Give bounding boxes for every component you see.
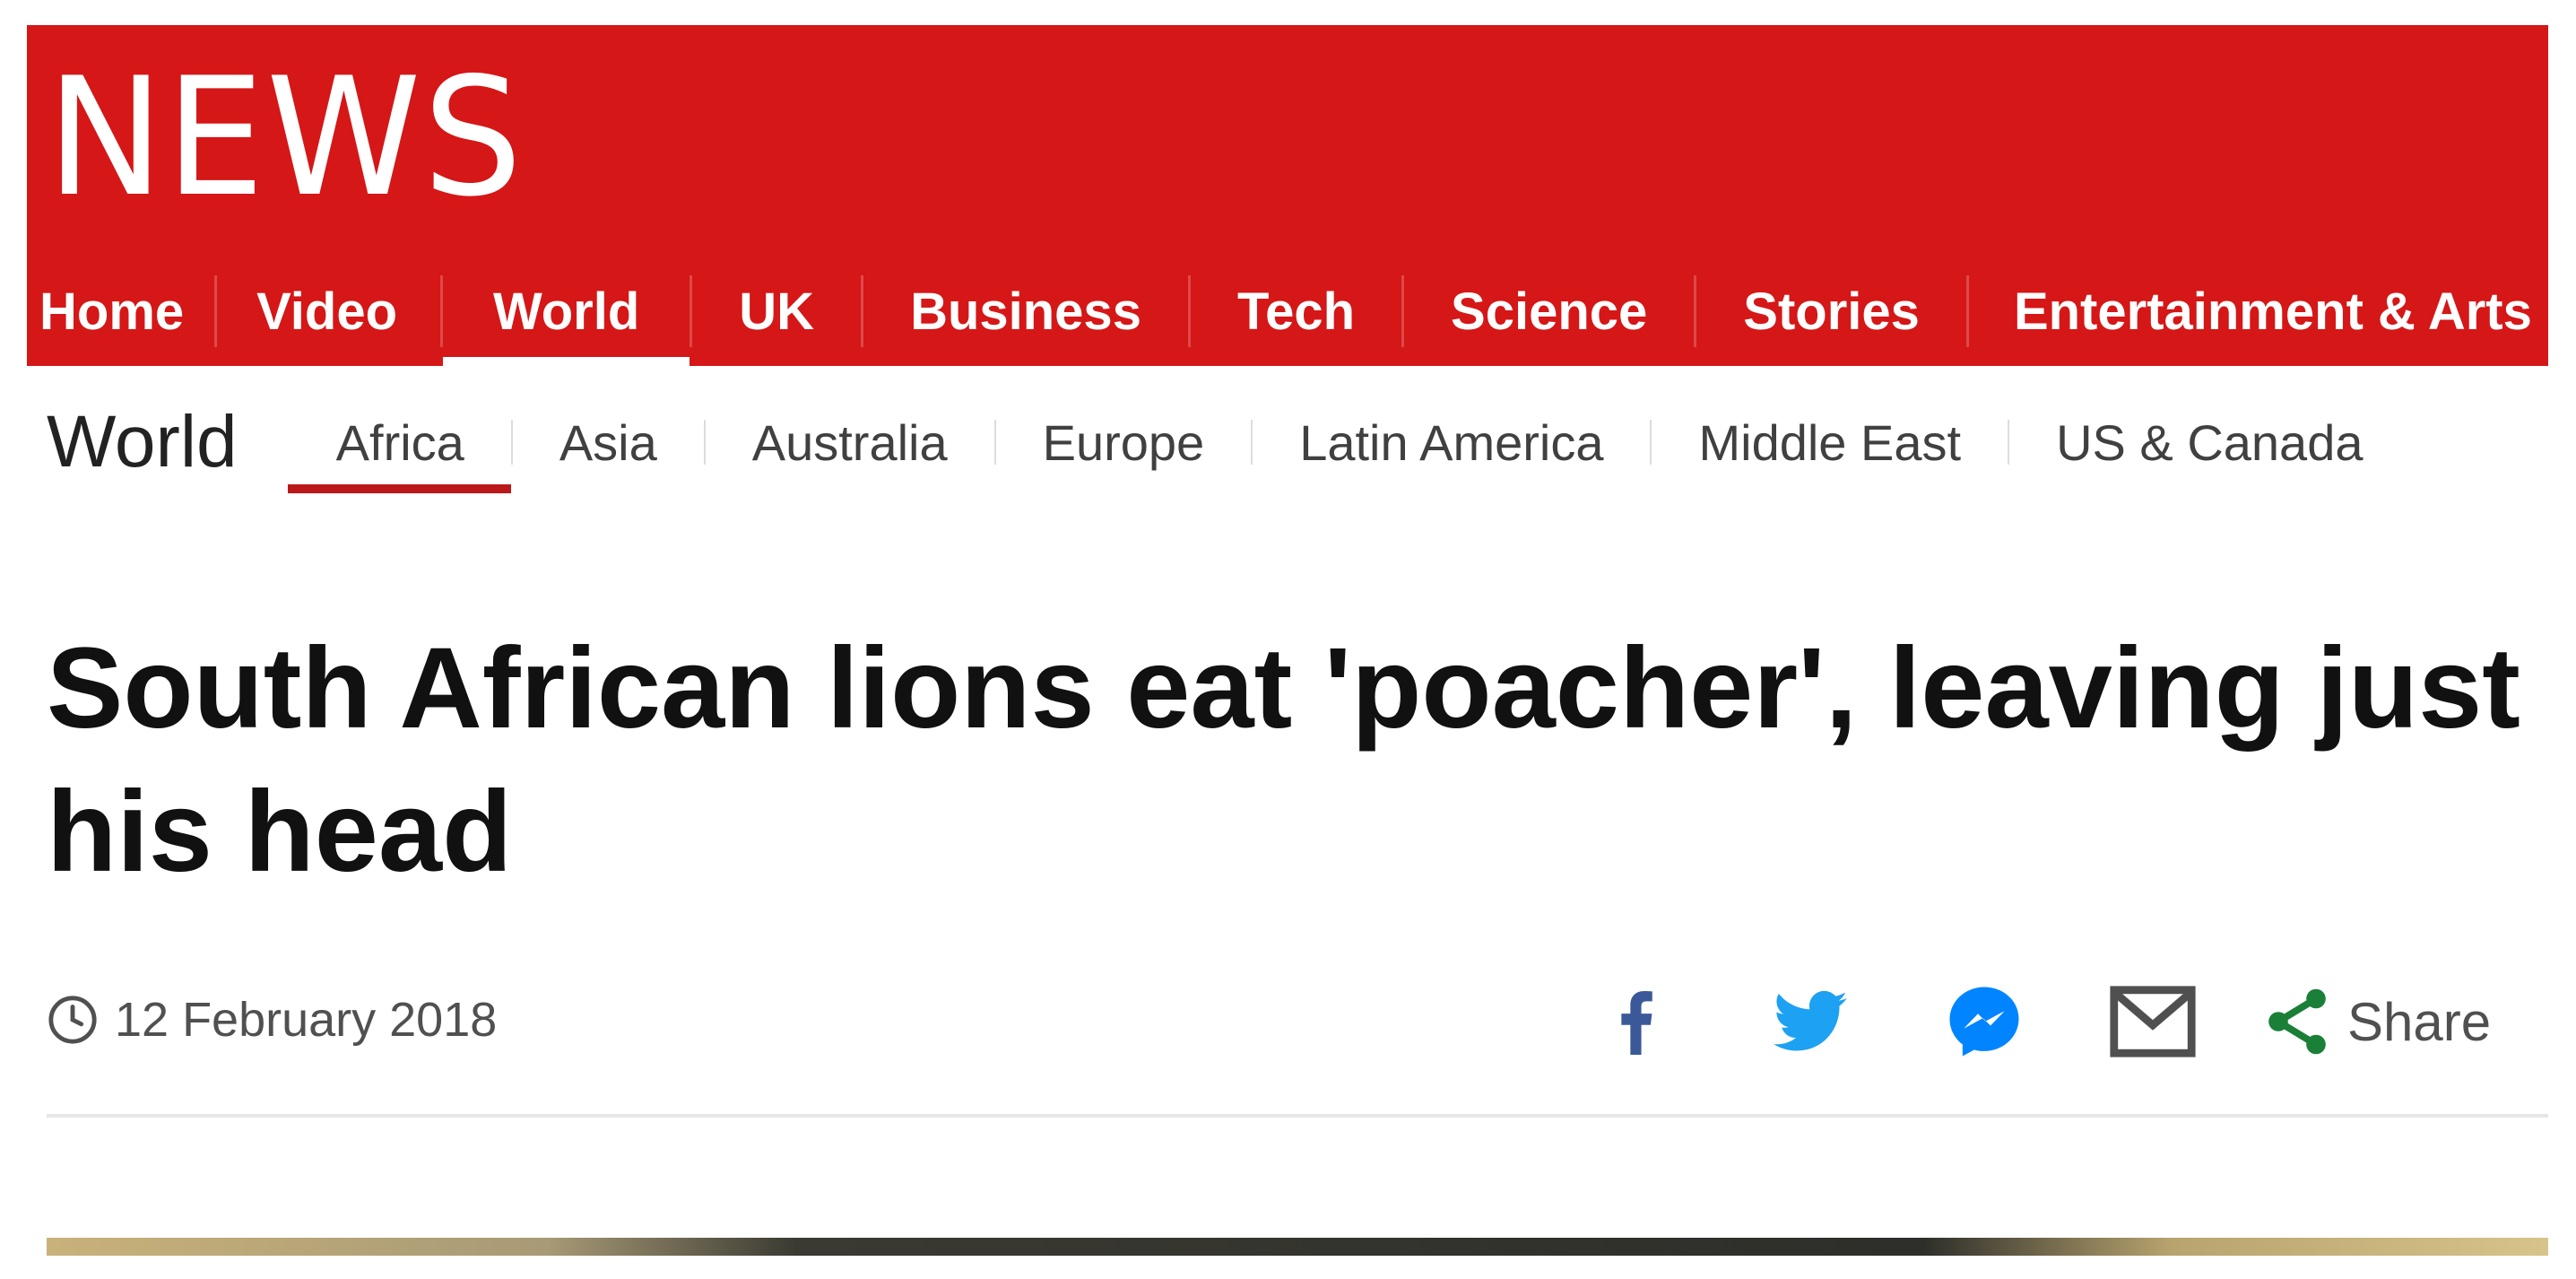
article-headline: South African lions eat 'poacher', leavi…	[47, 624, 2520, 896]
main-nav: Home Video World UK Business Tech Scienc…	[27, 257, 2548, 366]
share-tools: Share	[1587, 972, 2491, 1071]
section-item-us-canada[interactable]: US & Canada	[2009, 366, 2363, 518]
nav-item-entertainment-arts[interactable]: Entertainment & Arts	[1969, 257, 2532, 366]
nav-item-home[interactable]: Home	[27, 257, 214, 366]
section-item-latin-america[interactable]: Latin America	[1253, 366, 1650, 518]
email-share-button[interactable]	[2103, 972, 2202, 1071]
screenshot-frame: NEWS Home Video World UK Business Tech S…	[0, 0, 2576, 1279]
section-item-australia[interactable]: Australia	[706, 366, 994, 518]
share-label: Share	[2347, 991, 2492, 1052]
article-meta: 12 February 2018 Share	[27, 967, 2548, 1075]
nav-item-uk[interactable]: UK	[692, 257, 861, 366]
share-button[interactable]: Share	[2265, 986, 2491, 1057]
nav-item-world[interactable]: World	[443, 257, 690, 366]
nav-item-tech[interactable]: Tech	[1191, 257, 1401, 366]
facebook-icon	[1621, 990, 1652, 1055]
news-article-page: NEWS Home Video World UK Business Tech S…	[27, 25, 2548, 1256]
share-icon	[2268, 988, 2326, 1055]
nav-item-stories[interactable]: Stories	[1696, 257, 1966, 366]
section-item-europe[interactable]: Europe	[996, 366, 1252, 518]
section-item-africa[interactable]: Africa	[287, 366, 511, 518]
news-logo[interactable]: NEWS	[47, 56, 524, 219]
messenger-icon	[1949, 987, 2019, 1057]
article-date-text: 12 February 2018	[115, 993, 498, 1047]
twitter-share-button[interactable]	[1761, 972, 1860, 1071]
meta-divider	[47, 1114, 2548, 1118]
messenger-share-button[interactable]	[1935, 972, 2034, 1071]
nav-item-business[interactable]: Business	[863, 257, 1188, 366]
twitter-icon	[1774, 990, 1847, 1051]
facebook-share-button[interactable]	[1587, 972, 1686, 1071]
article-image-top-edge	[47, 1238, 2548, 1256]
masthead: NEWS Home Video World UK Business Tech S…	[27, 25, 2548, 366]
clock-icon	[48, 996, 97, 1044]
section-item-middle-east[interactable]: Middle East	[1652, 366, 2008, 518]
nav-item-science[interactable]: Science	[1404, 257, 1694, 366]
email-icon	[2110, 986, 2196, 1057]
section-title[interactable]: World	[47, 400, 238, 484]
article-date: 12 February 2018	[47, 992, 497, 1048]
section-item-asia[interactable]: Asia	[513, 366, 704, 518]
section-nav: World Africa Asia Australia Europe Latin…	[27, 366, 2548, 518]
nav-item-video[interactable]: Video	[217, 257, 440, 366]
